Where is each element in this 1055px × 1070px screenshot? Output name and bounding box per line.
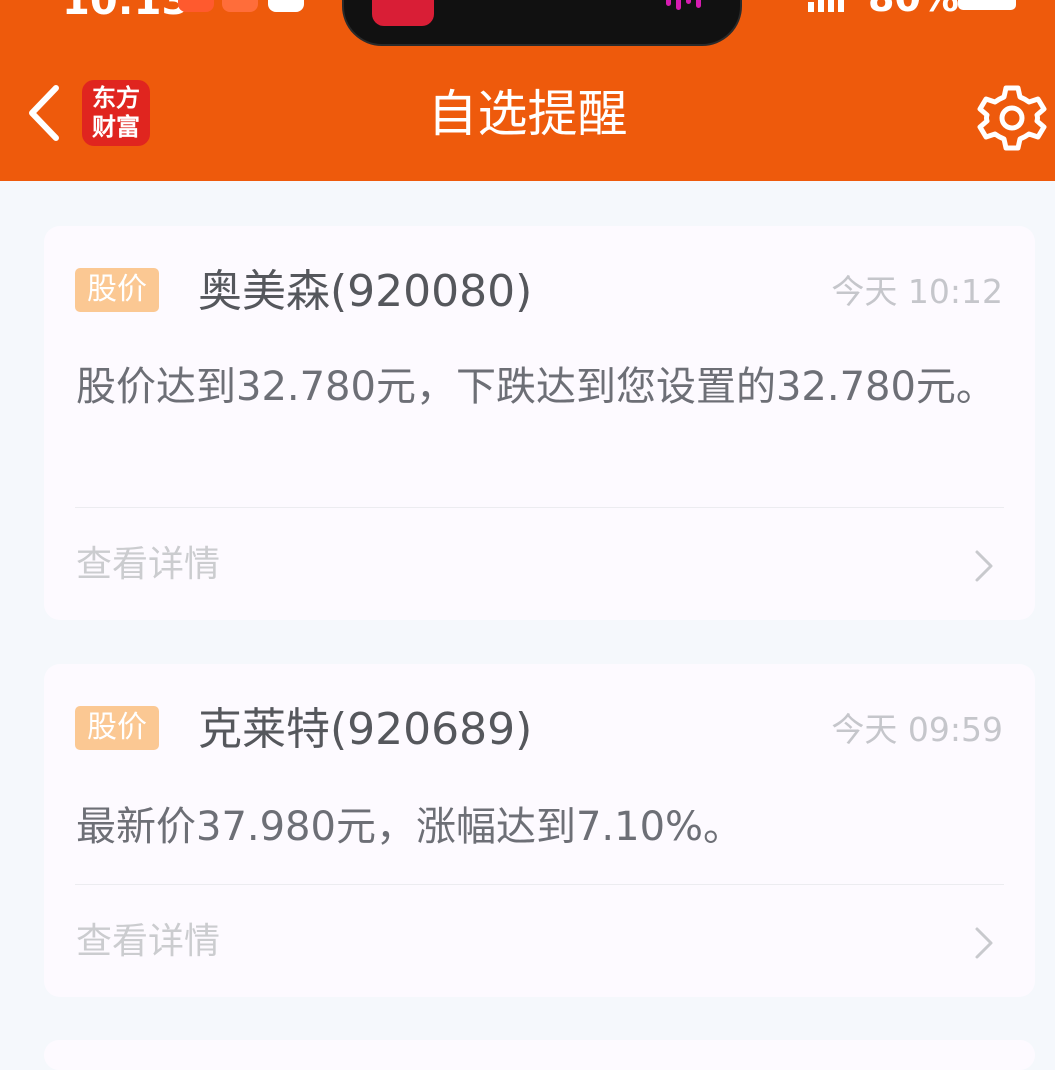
battery-icon — [958, 0, 1016, 10]
page-title: 自选提醒 — [427, 85, 628, 143]
settings-gear-icon[interactable] — [976, 82, 1048, 154]
app-header: 东方 财富 自选提醒 — [0, 50, 1055, 181]
alert-type-tag: 股价 — [75, 706, 159, 750]
alert-card[interactable] — [44, 1040, 1035, 1070]
alert-time: 今天 09:59 — [831, 710, 1003, 749]
signal-icon — [808, 0, 844, 12]
music-artwork — [372, 0, 434, 26]
alert-message: 股价达到32.780元，下跌达到您设置的32.780元。 — [76, 364, 996, 410]
chevron-right-icon[interactable] — [973, 548, 995, 584]
chevron-right-icon[interactable] — [973, 925, 995, 961]
status-time: 10:13 — [62, 0, 190, 24]
notification-app-icon — [178, 0, 214, 12]
alert-time: 今天 10:12 — [831, 272, 1003, 311]
alert-card[interactable]: 股价 奥美森(920080) 今天 10:12 股价达到32.780元，下跌达到… — [44, 226, 1035, 620]
divider — [75, 884, 1004, 885]
notification-app-icon — [222, 0, 258, 12]
stock-name: 克莱特(920689) — [198, 704, 533, 755]
stock-name: 奥美森(920080) — [198, 266, 533, 317]
battery-percent: 80% — [868, 0, 959, 20]
audio-wave-icon — [656, 0, 716, 10]
view-details-link[interactable]: 查看详情 — [76, 917, 220, 967]
notification-app-icon — [268, 0, 304, 12]
view-details-link[interactable]: 查看详情 — [76, 540, 220, 590]
alert-type-tag: 股价 — [75, 268, 159, 312]
divider — [75, 507, 1004, 508]
alert-card[interactable]: 股价 克莱特(920689) 今天 09:59 最新价37.980元，涨幅达到7… — [44, 664, 1035, 997]
status-bar: 10:13 80% — [0, 0, 1055, 50]
alert-message: 最新价37.980元，涨幅达到7.10%。 — [76, 804, 744, 850]
dynamic-island — [342, 0, 742, 46]
